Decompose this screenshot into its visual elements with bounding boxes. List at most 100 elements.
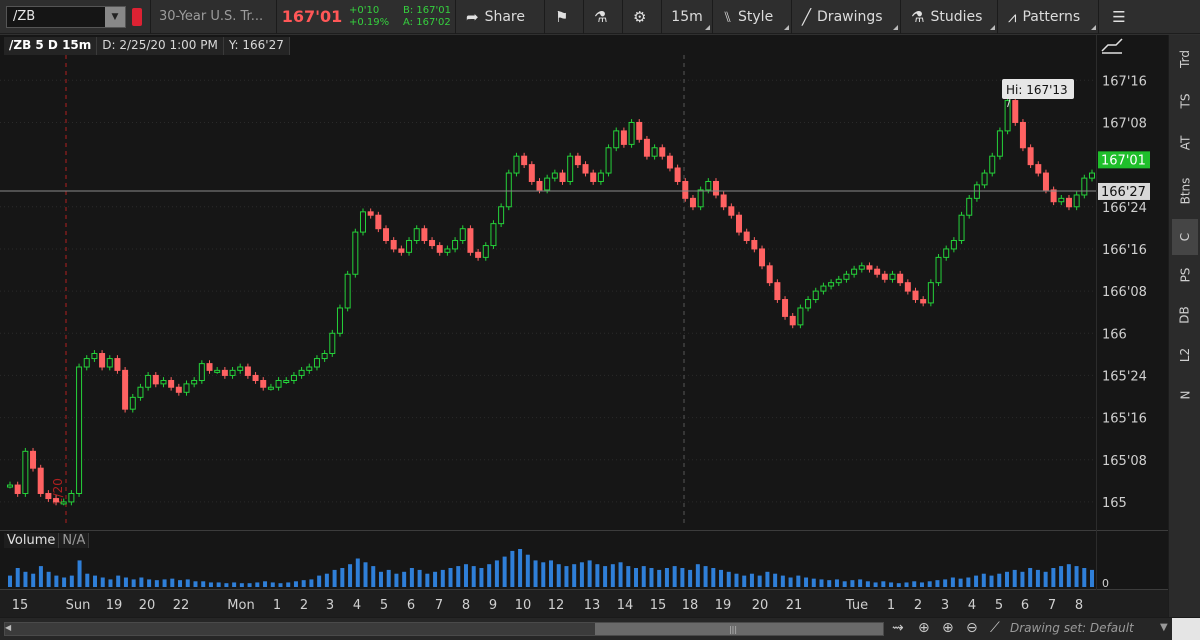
candle-body[interactable] [383,228,390,242]
candle-body[interactable] [37,467,44,494]
candle-body[interactable] [60,501,67,505]
candle-body[interactable] [99,353,106,368]
candle-body[interactable] [973,184,980,199]
candle-body[interactable] [659,147,666,157]
candle-body[interactable] [321,353,328,360]
candle-body[interactable] [751,240,758,250]
flask-button[interactable]: ⚗ [584,0,622,34]
candle-body[interactable] [444,248,451,253]
menu-button[interactable]: ☰ [1099,0,1139,34]
candle-body[interactable] [129,396,136,410]
sidebar-tab-at[interactable]: AT [1172,125,1198,161]
candle-body[interactable] [574,155,581,166]
sidebar-tab-ps[interactable]: PS [1172,257,1198,293]
candle-body[interactable] [613,130,620,149]
candle-body[interactable] [114,358,121,371]
candle-body[interactable] [1081,177,1088,196]
candle-body[interactable] [605,147,612,174]
timeframe-button[interactable]: 15m [662,0,712,34]
candle-body[interactable] [567,155,574,182]
candle-body[interactable] [874,268,881,275]
settings-button[interactable]: ⚙ [623,0,661,34]
candle-body[interactable] [175,386,182,393]
candle-body[interactable] [1042,172,1049,191]
candle-body[interactable] [459,228,466,242]
candle-body[interactable] [390,240,397,250]
candle-body[interactable] [22,450,29,494]
drawing-set-label[interactable]: Drawing set: Default [1010,621,1134,635]
candle-body[interactable] [344,273,351,309]
candle-body[interactable] [413,228,420,242]
share-button[interactable]: ➦ Share [456,0,544,34]
candle-body[interactable] [805,299,812,309]
candle-body[interactable] [267,386,274,390]
candle-body[interactable] [636,121,643,140]
candle-body[interactable] [981,172,988,186]
studies-button[interactable]: ⚗ Studies [901,0,997,34]
candle-body[interactable] [782,299,789,317]
candle-body[interactable] [797,307,804,326]
candle-body[interactable] [14,484,21,494]
candle-body[interactable] [950,240,957,250]
chevron-down-icon[interactable]: ▼ [1160,622,1168,633]
horizontal-scrollbar[interactable]: ◀ ||| [4,622,884,636]
candle-body[interactable] [306,366,313,371]
candle-body[interactable] [152,374,159,385]
candle-body[interactable] [935,256,942,284]
candle-body[interactable] [528,164,535,182]
candle-body[interactable] [313,358,320,368]
candle-body[interactable] [191,379,198,385]
ruler-icon[interactable]: ⟋ [990,620,1000,636]
candle-body[interactable] [145,374,152,388]
candle-body[interactable] [789,315,796,326]
candle-body[interactable] [206,363,213,371]
candle-body[interactable] [682,180,689,199]
candle-body[interactable] [521,155,528,166]
zoom-in-icon[interactable]: ⊕ [918,620,930,636]
candle-body[interactable] [30,450,37,469]
link-color-icon[interactable] [132,7,142,26]
candle-body[interactable] [628,121,635,145]
candle-body[interactable] [83,358,90,368]
candle-body[interactable] [966,197,973,216]
candle-body[interactable] [912,290,919,301]
candle-body[interactable] [536,180,543,191]
candle-body[interactable] [1019,121,1026,149]
chart-area[interactable]: 167'16 167'08 166'24 166'16 166'08 166 165'24 1… [0,35,1168,617]
candle-body[interactable] [1065,197,1072,208]
candle-body[interactable] [958,214,965,242]
candle-body[interactable] [1058,197,1065,203]
candle-body[interactable] [582,164,589,174]
candle-body[interactable] [889,273,896,280]
candle-body[interactable] [290,374,297,381]
candle-body[interactable] [666,155,673,169]
zoom-out-icon[interactable]: ⊖ [966,620,978,636]
candle-body[interactable] [260,379,267,388]
candle-body[interactable] [759,248,766,267]
candle-body[interactable] [244,366,251,376]
candle-body[interactable] [1073,194,1080,208]
zoom-fit-icon[interactable]: ⇝ [892,620,904,636]
candle-body[interactable] [513,155,520,174]
candle-body[interactable] [359,211,366,233]
candle-body[interactable] [76,366,83,494]
candle-body[interactable] [927,282,934,304]
candle-body[interactable] [137,386,144,398]
sidebar-tab-c[interactable]: C [1172,219,1198,255]
drawings-button[interactable]: ╱ Drawings [792,0,900,34]
candle-body[interactable] [498,206,505,225]
chevron-down-icon[interactable]: ▼ [105,6,125,27]
candle-body[interactable] [398,248,405,253]
patterns-button[interactable]: ⩘ Patterns [998,0,1098,34]
candle-body[interactable] [851,268,858,275]
candle-body[interactable] [544,177,551,191]
candle-body[interactable] [774,282,781,301]
candle-body[interactable] [283,379,290,383]
candle-body[interactable] [375,214,382,230]
candle-body[interactable] [7,484,13,488]
candle-body[interactable] [482,245,489,258]
candle-body[interactable] [336,307,343,334]
sidebar-tab-db[interactable]: DB [1172,297,1198,333]
candle-body[interactable] [720,194,727,208]
flag-button[interactable]: ⚑ [545,0,583,34]
